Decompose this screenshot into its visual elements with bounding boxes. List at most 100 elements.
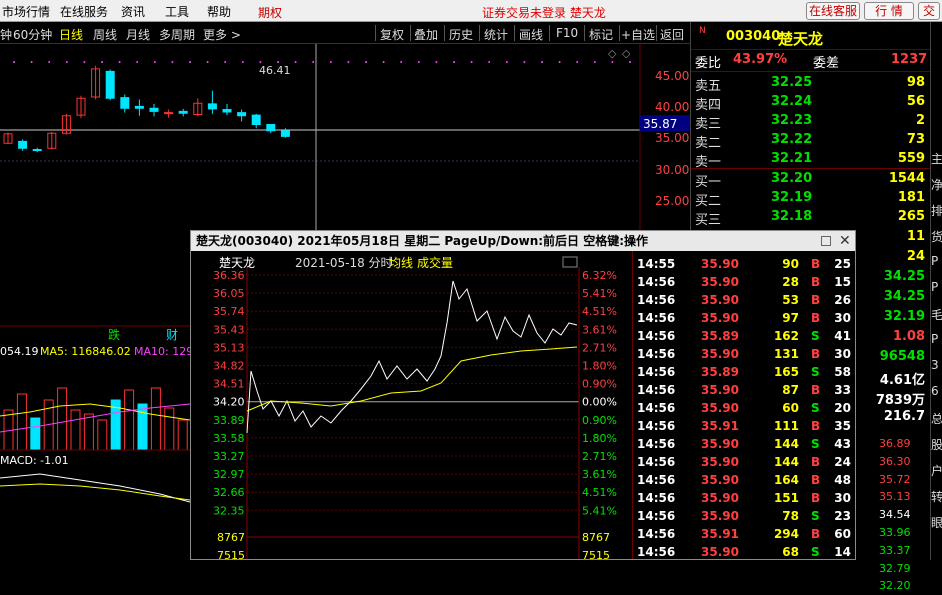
menu-help[interactable]: 帮助 (207, 3, 231, 20)
tick-time: 14:56 (637, 365, 676, 379)
tool-add-favorite[interactable]: +自选 (621, 26, 655, 43)
event-dot (435, 61, 438, 63)
period-minute[interactable]: 钟 (0, 26, 12, 43)
period-more[interactable]: 更多 > (203, 26, 241, 43)
menu-tools[interactable]: 工具 (165, 3, 189, 20)
period-60min[interactable]: 60分钟 (13, 26, 52, 43)
intraday-popup-window[interactable]: 楚天龙(003040) 2021年05月18日 星期二 PageUp/Down:… (190, 230, 856, 560)
tick-volume: 87 (782, 383, 799, 397)
tool-overlay[interactable]: 叠加 (414, 26, 438, 43)
tick-price: 35.90 (701, 257, 739, 271)
toolbar-divider (584, 25, 585, 41)
close-icon[interactable]: ✕ (839, 231, 851, 251)
candle-body (251, 114, 261, 125)
ask-label: 卖二 (695, 136, 722, 151)
menu-news[interactable]: 资讯 (121, 3, 145, 20)
period-week[interactable]: 周线 (93, 26, 117, 43)
event-dot (83, 61, 86, 63)
tick-time: 14:56 (637, 419, 676, 433)
tick-side: B (811, 473, 821, 487)
tool-f10[interactable]: F10 (556, 26, 578, 40)
indicator-panels[interactable]: 跌 财 054.19 MA5: 116846.02 MA10: 129 MACD… (0, 236, 190, 560)
tick-price: 35.90 (701, 275, 739, 289)
high-price-label: 46.41 (259, 64, 291, 77)
price-tick: 32.66 (213, 486, 245, 499)
candle (207, 90, 217, 114)
ask-price: 32.21 (771, 151, 813, 166)
ask-volume: 98 (906, 75, 925, 90)
menu-online-service[interactable]: 在线服务 (60, 3, 108, 20)
period-month[interactable]: 月线 (126, 26, 150, 43)
quote-button[interactable]: 行 情 (864, 2, 914, 20)
tool-mark[interactable]: 标记 (589, 26, 613, 43)
tool-fuquan[interactable]: 复权 (380, 26, 404, 43)
price-tick: 35.74 (213, 305, 245, 318)
expand-icon[interactable] (562, 256, 578, 268)
candle-body (222, 109, 232, 113)
volume-bar (137, 403, 148, 451)
event-dot (488, 61, 491, 63)
tick-volume: 90 (782, 257, 799, 271)
tick-price: 35.89 (701, 365, 739, 379)
tick-volume: 144 (773, 455, 799, 469)
tick-count: 43 (834, 437, 851, 451)
tick-count: 41 (834, 329, 851, 343)
event-dot (65, 61, 68, 63)
tick-time: 14:56 (637, 437, 676, 451)
event-dot (101, 61, 103, 63)
pct-tick: 0.90% (582, 414, 617, 427)
stock-code: 003040 (726, 29, 781, 44)
tool-back[interactable]: 返回 (660, 26, 684, 43)
y-tick: 40.00 (655, 100, 689, 114)
tool-draw[interactable]: 画线 (519, 26, 543, 43)
event-dot (453, 61, 455, 63)
candle-body (149, 107, 159, 112)
event-dot (118, 61, 121, 63)
price-line (246, 280, 578, 434)
tick-price: 35.90 (701, 455, 739, 469)
price-tick: 34.82 (213, 360, 245, 373)
ask-label: 卖三 (695, 117, 722, 132)
candle (32, 147, 42, 152)
weicha-label: 委差 (813, 56, 840, 71)
ask-row: 卖二 32.22 73 (691, 131, 931, 151)
vol-tick: 7515 (582, 549, 610, 559)
price-tick: 32.35 (213, 504, 245, 517)
event-dot (541, 61, 543, 63)
edge-label: 6 (931, 384, 939, 398)
tick-volume: 78 (782, 509, 799, 523)
event-dot (30, 61, 33, 63)
tool-history[interactable]: 历史 (449, 26, 473, 43)
period-multi[interactable]: 多周期 (159, 26, 195, 43)
volume-bar (177, 419, 188, 451)
tick-row: 14:56 35.91 294 B 60 (633, 525, 855, 543)
candle-body (105, 70, 115, 99)
period-day[interactable]: 日线 (59, 26, 83, 43)
tick-row: 14:56 35.90 144 S 43 (633, 435, 855, 453)
vol-tick: 8767 (217, 531, 245, 544)
edge-label: 净 (931, 178, 942, 192)
menu-market[interactable]: 市场行情 (2, 3, 50, 20)
bid-label: 买三 (695, 213, 722, 228)
trade-button[interactable]: 交 (918, 2, 940, 20)
edge-label: 总 (931, 412, 942, 426)
tick-row: 14:56 35.90 151 B 30 (633, 489, 855, 507)
tick-time: 14:56 (637, 527, 676, 541)
edge-label: 主 (931, 152, 942, 166)
daily-kline-chart[interactable]: ◇ ◇ 46.41 45.00 40.00 35.00 30.00 25.00 … (0, 44, 690, 236)
volume-bars (3, 387, 188, 451)
tick-volume: 164 (773, 473, 799, 487)
volume-bar (30, 417, 41, 451)
toolbar-divider (410, 25, 411, 41)
tick-volume: 97 (782, 311, 799, 325)
tick-side: S (811, 329, 820, 343)
event-dot (48, 61, 51, 63)
online-service-button[interactable]: 在线客服 (806, 2, 860, 20)
bid-price: 32.20 (771, 171, 813, 186)
menu-options[interactable]: 期权 (258, 4, 282, 21)
tick-volume: 165 (773, 365, 799, 379)
tool-stats[interactable]: 统计 (484, 26, 508, 43)
tick-price: 35.90 (701, 437, 739, 451)
candle (193, 98, 203, 117)
minimize-icon[interactable] (821, 236, 831, 246)
